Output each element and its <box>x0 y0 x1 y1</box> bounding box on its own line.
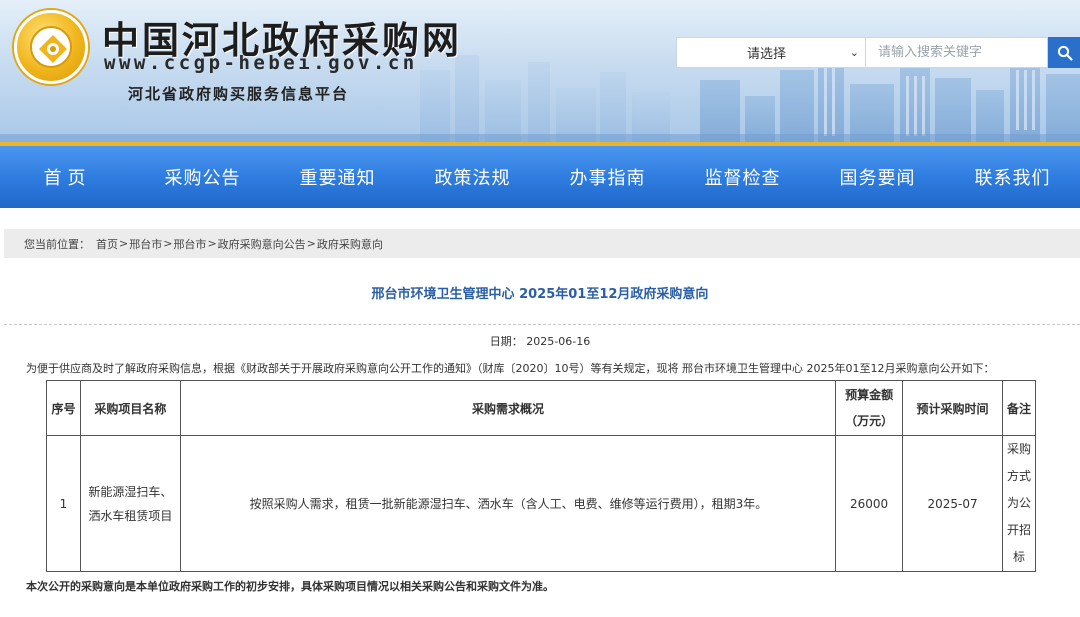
nav-item-home[interactable]: 首页 <box>0 146 135 208</box>
cell-no: 1 <box>46 435 81 572</box>
breadcrumb-separator: > <box>119 237 129 250</box>
site-url: www.ccgp-hebei.gov.cn <box>104 52 418 74</box>
header-no: 序号 <box>46 380 81 436</box>
nav-item-policies[interactable]: 政策法规 <box>405 146 540 208</box>
procurement-intent-table: 序号 采购项目名称 采购需求概况 预算金额（万元） 预计采购时间 备注 1 新能… <box>46 380 1037 572</box>
site-banner: 中国河北政府采购网 www.ccgp-hebei.gov.cn 河北省政府购买服… <box>0 0 1080 142</box>
cell-name: 新能源湿扫车、洒水车租赁项目 <box>79 435 181 572</box>
table-header-row: 序号 采购项目名称 采购需求概况 预算金额（万元） 预计采购时间 备注 <box>46 380 1037 436</box>
cell-note: 采购方式为公开招标 <box>1001 435 1037 572</box>
breadcrumb-separator: > <box>207 237 217 250</box>
breadcrumb-current: 政府采购意向 <box>316 237 383 251</box>
nav-item-important-notices[interactable]: 重要通知 <box>270 146 405 208</box>
title-divider <box>4 324 1080 325</box>
publish-date: 日期： 2025-06-16 <box>0 333 1080 349</box>
breadcrumb-link-xingtai-sub[interactable]: 邢台市 <box>173 236 206 252</box>
breadcrumb-prefix: 您当前位置： <box>24 237 90 251</box>
search-icon <box>1057 45 1073 61</box>
article-title: 邢台市环境卫生管理中心 2025年01至12月政府采购意向 <box>371 287 709 302</box>
breadcrumb-link-intent-notices[interactable]: 政府采购意向公告 <box>218 236 306 252</box>
search-category-select[interactable]: 请选择 ⌄ <box>676 37 866 68</box>
main-nav: 首页 采购公告 重要通知 政策法规 办事指南 监督检查 国务要闻 联系我们 <box>0 142 1080 208</box>
article-intro: 为便于供应商及时了解政府采购信息，根据《财政部关于开展政府采购意向公开工作的通知… <box>26 362 995 375</box>
table-row: 1 新能源湿扫车、洒水车租赁项目 按照采购人需求，租赁一批新能源湿扫车、洒水车（… <box>46 435 1037 572</box>
search-category-value: 请选择 <box>747 47 787 62</box>
date-label: 日期： <box>489 335 523 348</box>
search-input[interactable] <box>866 37 1048 68</box>
header-name: 采购项目名称 <box>79 380 181 436</box>
site-logo[interactable] <box>14 10 88 84</box>
search-button[interactable] <box>1048 37 1080 68</box>
header-note: 备注 <box>1001 380 1037 436</box>
nav-item-guides[interactable]: 办事指南 <box>540 146 675 208</box>
emblem-icon <box>39 35 67 63</box>
header-budget: 预算金额（万元） <box>835 380 904 436</box>
breadcrumb: 您当前位置： 首页 > 邢台市 > 邢台市 > 政府采购意向公告 > 政府采购意… <box>4 229 1080 258</box>
search-bar: 请选择 ⌄ <box>676 37 1080 68</box>
breadcrumb-separator: > <box>163 237 173 250</box>
cell-budget: 26000 <box>835 435 904 572</box>
breadcrumb-link-home[interactable]: 首页 <box>96 236 118 252</box>
site-subtitle: 河北省政府购买服务信息平台 <box>128 85 350 103</box>
breadcrumb-separator: > <box>306 237 316 250</box>
header-time: 预计采购时间 <box>902 380 1003 436</box>
nav-item-state-news[interactable]: 国务要闻 <box>810 146 945 208</box>
date-value: 2025-06-16 <box>526 335 591 348</box>
article-footnote: 本次公开的采购意向是本单位政府采购工作的初步安排，具体采购项目情况以相关采购公告… <box>26 580 554 593</box>
nav-item-contact[interactable]: 联系我们 <box>945 146 1080 208</box>
cell-desc: 按照采购人需求，租赁一批新能源湿扫车、洒水车（含人工、电费、维修等运行费用），租… <box>179 435 837 572</box>
chevron-down-icon: ⌄ <box>849 46 859 59</box>
header-desc: 采购需求概况 <box>179 380 837 436</box>
nav-item-procurement-notices[interactable]: 采购公告 <box>135 146 270 208</box>
cell-time: 2025-07 <box>902 435 1003 572</box>
breadcrumb-link-xingtai[interactable]: 邢台市 <box>129 236 162 252</box>
nav-item-supervision[interactable]: 监督检查 <box>675 146 810 208</box>
